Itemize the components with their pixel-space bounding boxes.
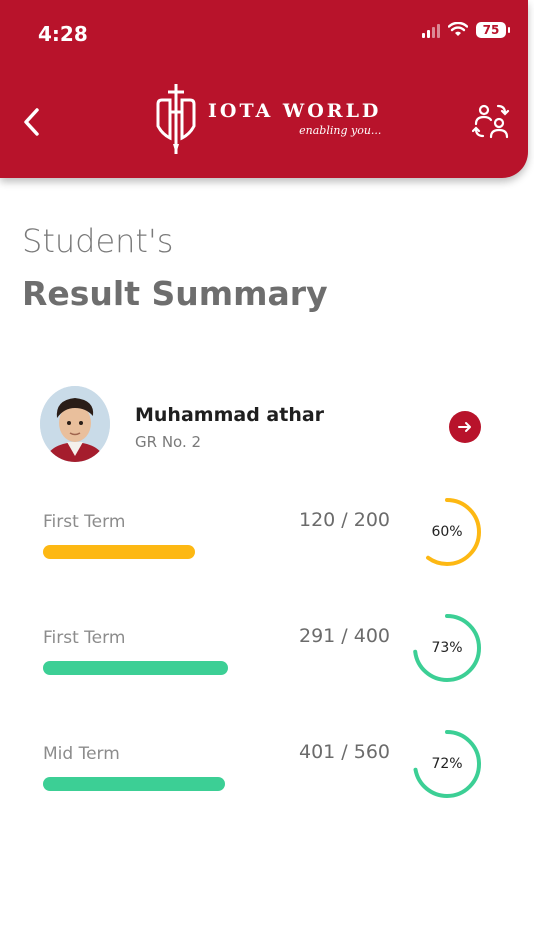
logo-wordmark: IOTA WORLD enabling you... [208, 99, 382, 137]
progress-bar-fill [43, 545, 195, 559]
app-header: 4:28 75 IOTA WORLD enabling you... [0, 0, 528, 178]
result-row[interactable]: Mid Term 401 / 560 72% [43, 730, 483, 824]
term-score: 120 / 200 [298, 509, 390, 531]
progress-bar [43, 777, 296, 791]
brand-logo: IOTA WORLD enabling you... [154, 82, 381, 156]
page-title-line1: Student's [22, 222, 174, 260]
progress-bar-fill [43, 661, 228, 675]
percent-ring: 72% [411, 728, 483, 800]
student-card[interactable]: Muhammad athar GR No. 2 [40, 386, 490, 468]
result-row[interactable]: First Term 120 / 200 60% [43, 498, 483, 592]
arrow-right-icon [458, 422, 471, 432]
page-title-line2: Result Summary [22, 274, 328, 313]
sword-shield-logo-icon [156, 84, 196, 154]
term-label: First Term [43, 628, 126, 648]
status-icons: 75 [422, 22, 510, 38]
percent-label: 60% [431, 524, 463, 540]
student-photo-icon [40, 386, 110, 462]
percent-label: 72% [431, 756, 463, 772]
signal-icon [422, 22, 440, 38]
users-switch-icon [471, 104, 510, 139]
switch-profile-button[interactable] [471, 102, 510, 140]
chevron-left-icon [24, 108, 39, 136]
progress-bar [43, 661, 296, 675]
percent-ring: 60% [411, 496, 483, 568]
open-student-button[interactable] [449, 411, 481, 443]
student-name: Muhammad athar [135, 404, 325, 426]
term-score: 401 / 560 [298, 741, 390, 763]
term-label: First Term [43, 512, 126, 532]
avatar [40, 386, 110, 462]
student-gr-number: GR No. 2 [135, 433, 202, 451]
term-label: Mid Term [43, 744, 120, 764]
percent-label: 73% [431, 640, 463, 656]
percent-ring: 73% [411, 612, 483, 684]
wifi-icon [448, 22, 468, 36]
status-time: 4:28 [38, 22, 88, 46]
brand-tagline: enabling you... [299, 123, 382, 137]
result-row[interactable]: First Term 291 / 400 73% [43, 614, 483, 708]
term-score: 291 / 400 [298, 625, 390, 647]
progress-bar [43, 545, 296, 559]
progress-bar-fill [43, 777, 226, 791]
brand-name: IOTA WORLD [208, 99, 382, 122]
battery-icon: 75 [476, 22, 510, 38]
back-button[interactable] [16, 104, 48, 140]
